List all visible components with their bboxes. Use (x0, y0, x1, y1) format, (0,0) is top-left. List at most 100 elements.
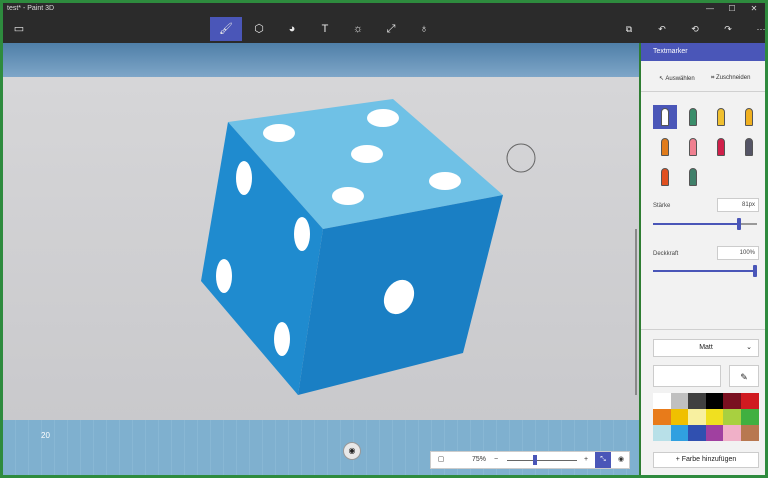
crop-label: Zuschneiden (716, 75, 751, 81)
main-toolbar: ▭ 🖌 ⬡ ◕ T ☼ ⤢ ♁ ⧉ ↶ ⟲ ↷ ··· (3, 15, 765, 43)
dice-pip (263, 124, 295, 142)
color-swatch[interactable] (653, 425, 671, 441)
calligraphy-pen-brush-tip-icon (689, 108, 697, 126)
pixel-pen-brush-tip-icon (745, 138, 753, 156)
color-preview (653, 365, 721, 387)
divider (641, 91, 765, 92)
color-swatch[interactable] (723, 393, 741, 409)
thickness-slider-thumb[interactable] (737, 218, 741, 230)
zoom-slider-thumb[interactable] (533, 455, 537, 465)
opacity-input[interactable]: 100% (717, 246, 759, 260)
panel-title: Textmarker (641, 43, 765, 61)
color-swatch[interactable] (670, 409, 689, 425)
paste-icon[interactable]: ⧉ (613, 17, 645, 41)
color-swatch[interactable] (670, 425, 689, 441)
add-color-button[interactable]: + Farbe hinzufügen (653, 452, 759, 468)
fill-brush-tip-icon (689, 168, 697, 186)
pencil-brush[interactable] (653, 135, 677, 159)
dice-pip (429, 172, 461, 190)
zoom-bar: ▢ 75% − + ⤡ ◉ (430, 451, 630, 469)
close-button[interactable]: ✕ (743, 3, 765, 15)
zoom-in-button[interactable]: + (581, 452, 591, 468)
color-swatch[interactable] (705, 409, 724, 425)
crayon-brush-tip-icon (717, 138, 725, 156)
color-swatch[interactable] (688, 409, 706, 425)
side-panel: Textmarker ↖ Auswählen ⌗ Zuschneiden Stä… (641, 43, 765, 475)
select-label: Auswählen (665, 76, 695, 82)
opacity-label: Deckkraft (653, 251, 679, 257)
crayon-brush[interactable] (709, 135, 733, 159)
eraser-brush[interactable] (681, 135, 705, 159)
fill-brush[interactable] (681, 165, 705, 189)
color-swatch[interactable] (723, 425, 741, 441)
brushes-tool[interactable]: 🖌 (210, 17, 242, 41)
counter-label: 20 (41, 431, 50, 440)
zoom-slider[interactable] (507, 455, 577, 465)
stickers-tool[interactable]: ◕ (276, 17, 308, 41)
oil-brush[interactable] (709, 105, 733, 129)
chevron-down-icon: ⌄ (746, 344, 752, 351)
color-swatch[interactable] (723, 409, 741, 425)
color-swatch[interactable] (740, 409, 759, 425)
thickness-label: Stärke (653, 203, 671, 209)
color-swatch[interactable] (653, 393, 671, 409)
text-tool[interactable]: T (309, 17, 341, 41)
canvas-tool[interactable]: ⤢ (375, 17, 407, 41)
marker-brush[interactable] (653, 105, 677, 129)
color-swatch[interactable] (688, 425, 706, 441)
zoom-value: 75% (471, 456, 486, 463)
effects-tool[interactable]: ☼ (342, 17, 374, 41)
calligraphy-pen-brush[interactable] (681, 105, 705, 129)
eyedropper-icon[interactable]: ✎ (729, 365, 759, 387)
more-icon[interactable]: ··· (745, 17, 766, 41)
color-swatch[interactable] (688, 393, 706, 409)
finish-dropdown[interactable]: Matt ⌄ (653, 339, 759, 357)
pixel-pen-brush[interactable] (737, 135, 761, 159)
crop-button[interactable]: ⌗ Zuschneiden (711, 75, 750, 82)
opacity-slider[interactable] (653, 265, 757, 277)
watercolor-brush[interactable] (737, 105, 761, 129)
perspective-icon[interactable]: ⤡ (595, 452, 611, 468)
vertical-scrollbar[interactable] (635, 229, 637, 395)
color-swatch[interactable] (705, 393, 724, 409)
select-button[interactable]: ↖ Auswählen (659, 75, 695, 82)
maximize-button[interactable]: ☐ (721, 3, 743, 15)
color-swatch[interactable] (653, 409, 671, 425)
view-3d-icon[interactable]: ◉ (613, 452, 629, 468)
pencil-brush-tip-icon (661, 138, 669, 156)
opacity-slider-thumb[interactable] (753, 265, 757, 277)
divider (641, 329, 765, 330)
dice-pip (294, 217, 310, 251)
app-window: test* - Paint 3D — ☐ ✕ ▭ 🖌 ⬡ ◕ T ☼ ⤢ ♁ ⧉ ↶ ⟲ ↷ ··· (0, 0, 768, 478)
remix3d-tool[interactable]: ♁ (408, 17, 440, 41)
dice-pip (367, 109, 399, 127)
reset-view-icon[interactable]: ◉ (343, 442, 361, 460)
canvas-area[interactable]: ◉ 20 ▢ 75% − + ⤡ ◉ (3, 43, 639, 478)
redo-icon[interactable]: ↷ (712, 17, 744, 41)
zoom-out-button[interactable]: − (491, 452, 501, 468)
dice-pip (351, 145, 383, 163)
color-swatch[interactable] (740, 393, 759, 409)
folder-icon[interactable]: ▭ (3, 17, 35, 41)
3d-shapes-tool[interactable]: ⬡ (243, 17, 275, 41)
dice-pip (236, 161, 252, 195)
marker-brush-tip-icon (661, 108, 669, 126)
color-swatch[interactable] (705, 425, 724, 441)
watercolor-brush-tip-icon (745, 108, 753, 126)
thickness-input[interactable]: 81px (717, 198, 759, 212)
color-palette (653, 393, 759, 441)
oil-brush-tip-icon (717, 108, 725, 126)
dice-pip (216, 259, 232, 293)
color-swatch[interactable] (670, 393, 689, 409)
brush-cursor (506, 143, 536, 173)
fit-view-icon[interactable]: ▢ (433, 452, 449, 468)
minimize-button[interactable]: — (699, 3, 721, 15)
undo-icon[interactable]: ↶ (646, 17, 678, 41)
thickness-slider[interactable] (653, 218, 757, 230)
finish-value: Matt (699, 344, 713, 351)
history-icon[interactable]: ⟲ (679, 17, 711, 41)
color-swatch[interactable] (740, 425, 759, 441)
dice-pip (274, 322, 290, 356)
3d-dice-object[interactable] (3, 43, 639, 478)
spray-can-brush[interactable] (653, 165, 677, 189)
